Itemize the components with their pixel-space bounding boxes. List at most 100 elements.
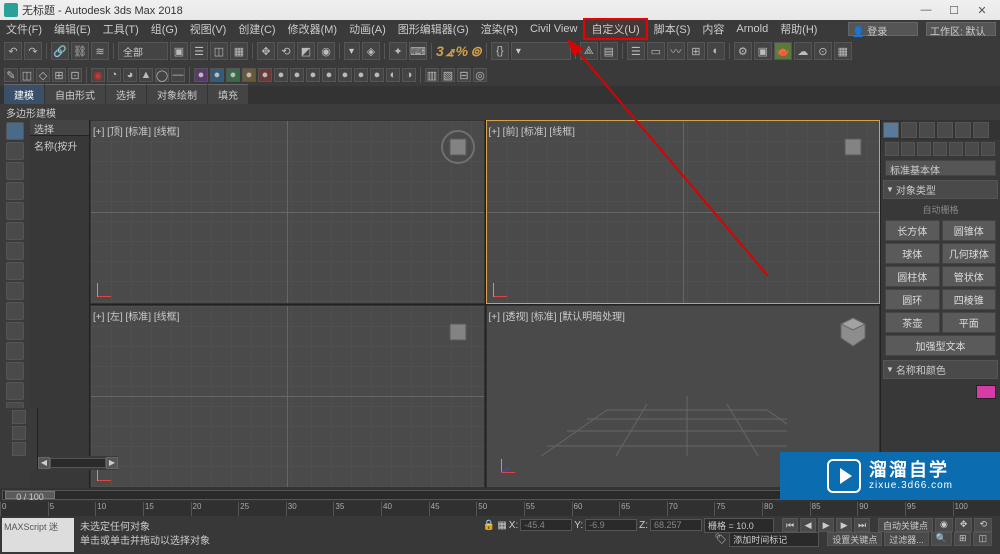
workspace-selector[interactable]: 工作区: 默认: [926, 22, 996, 36]
viewcube-persp-icon[interactable]: [835, 314, 871, 350]
next-frame-button[interactable]: ▶: [836, 518, 852, 532]
orb-05[interactable]: ●: [258, 68, 272, 82]
light-06[interactable]: —: [171, 68, 185, 82]
select-place-button[interactable]: ◉: [317, 42, 335, 60]
mirror-button[interactable]: ⟁: [580, 42, 598, 60]
ribbon-tab-freeform[interactable]: 自由形式: [45, 84, 105, 104]
obj-box[interactable]: 长方体: [885, 220, 940, 241]
obj-cone[interactable]: 圆锥体: [942, 220, 997, 241]
trackbar-hscroll[interactable]: ◀ ▶: [38, 456, 118, 470]
lt-09[interactable]: [6, 302, 24, 320]
selection-region-button[interactable]: ◫: [210, 42, 228, 60]
lt-display[interactable]: [6, 122, 24, 140]
obj-tube[interactable]: 管状体: [942, 266, 997, 287]
render-a360-button[interactable]: ⊙: [814, 42, 832, 60]
menu-animation[interactable]: 动画(A): [343, 20, 392, 38]
lt-07[interactable]: [6, 262, 24, 280]
menu-file[interactable]: 文件(F): [0, 20, 48, 38]
named-selection-dropdown[interactable]: ▾: [511, 42, 571, 60]
spinner-snap-icon[interactable]: ⊚: [470, 43, 482, 60]
obj-geosphere[interactable]: 几何球体: [942, 243, 997, 264]
orb-12[interactable]: ●: [370, 68, 384, 82]
menu-civilview[interactable]: Civil View: [524, 22, 583, 36]
keyboard-shortcut-button[interactable]: ⌨: [409, 42, 427, 60]
lt-12[interactable]: [6, 362, 24, 380]
orb-02[interactable]: ●: [210, 68, 224, 82]
misc-02[interactable]: ▧: [441, 68, 455, 82]
orb-03[interactable]: ●: [226, 68, 240, 82]
lt-08[interactable]: [6, 282, 24, 300]
goto-start-button[interactable]: ⏮: [782, 518, 798, 532]
menu-create[interactable]: 创建(C): [232, 20, 281, 38]
layout-btn-1[interactable]: [12, 410, 26, 424]
select-by-name-button[interactable]: ☰: [190, 42, 208, 60]
layer-explorer-button[interactable]: ☰: [627, 42, 645, 60]
refcoord-dropdown[interactable]: ▾: [344, 42, 360, 60]
orb-14[interactable]: ◑: [402, 68, 416, 82]
lock-icon[interactable]: 🔒: [483, 520, 495, 531]
menu-views[interactable]: 视图(V): [184, 20, 233, 38]
obj-torus[interactable]: 圆环: [885, 289, 940, 310]
selection-filter-dropdown[interactable]: 全部: [118, 42, 168, 60]
nav-02[interactable]: ✥: [955, 518, 973, 532]
setkey-button[interactable]: 设置关键点: [827, 532, 882, 546]
lt-06[interactable]: [6, 242, 24, 260]
redo-button[interactable]: ↷: [24, 42, 42, 60]
menu-arnold[interactable]: Arnold: [730, 22, 774, 36]
rollout-object-type[interactable]: ▼对象类型: [883, 180, 998, 199]
scene-explorer-sort[interactable]: 名称(按升: [30, 136, 89, 155]
cp-tab-hierarchy[interactable]: [919, 122, 935, 138]
coord-y-field[interactable]: -6.9: [585, 519, 637, 531]
cp-tab-display[interactable]: [955, 122, 971, 138]
tool-05[interactable]: ⊡: [68, 68, 82, 82]
render-setup-button[interactable]: ⚙: [734, 42, 752, 60]
orb-06[interactable]: ●: [274, 68, 288, 82]
unlink-button[interactable]: ⛓: [71, 42, 89, 60]
ribbon-subpanel[interactable]: 多边形建模: [0, 104, 1000, 120]
maxscript-listener[interactable]: MAXScript 迷: [2, 518, 74, 552]
cp-tab-utilities[interactable]: [973, 122, 989, 138]
menu-modifiers[interactable]: 修改器(M): [282, 20, 344, 38]
use-pivot-button[interactable]: ◈: [362, 42, 380, 60]
light-05[interactable]: ◯: [155, 68, 169, 82]
nav-zoomall[interactable]: ⊞: [954, 532, 972, 546]
orb-09[interactable]: ●: [322, 68, 336, 82]
obj-sphere[interactable]: 球体: [885, 243, 940, 264]
select-rotate-button[interactable]: ⟲: [277, 42, 295, 60]
nav-zoom[interactable]: 🔍: [931, 532, 952, 546]
named-selection-button[interactable]: {}: [491, 42, 509, 60]
window-crossing-button[interactable]: ▦: [230, 42, 248, 60]
obj-teapot[interactable]: 茶壶: [885, 312, 940, 333]
lt-01[interactable]: [6, 142, 24, 160]
menu-rendering[interactable]: 渲染(R): [475, 20, 524, 38]
toggle-ribbon-button[interactable]: ▭: [647, 42, 665, 60]
orb-01[interactable]: ●: [194, 68, 208, 82]
object-color-swatch[interactable]: [976, 385, 996, 399]
geometry-category-dropdown[interactable]: 标准基本体: [885, 160, 996, 176]
light-04[interactable]: ▲: [139, 68, 153, 82]
menu-customize[interactable]: 自定义(U): [583, 18, 647, 40]
bind-spacewarp-button[interactable]: ≋: [91, 42, 109, 60]
lt-04[interactable]: [6, 202, 24, 220]
close-button[interactable]: ✕: [968, 2, 996, 18]
prev-frame-button[interactable]: ◀: [800, 518, 816, 532]
coord-x-field[interactable]: -45.4: [520, 519, 572, 531]
light-03[interactable]: ◕: [123, 68, 137, 82]
cp-tab-motion[interactable]: [937, 122, 953, 138]
ribbon-tab-modeling[interactable]: 建模: [4, 84, 44, 104]
viewcube-left-icon[interactable]: [440, 314, 476, 350]
menu-grapheditors[interactable]: 图形编辑器(G): [392, 20, 475, 38]
layout-btn-3[interactable]: [12, 442, 26, 456]
goto-end-button[interactable]: ⏭: [854, 518, 870, 532]
subcat-lights[interactable]: [917, 142, 931, 156]
render-preset-button[interactable]: ▦: [834, 42, 852, 60]
subcat-shapes[interactable]: [901, 142, 915, 156]
layout-btn-2[interactable]: [12, 426, 26, 440]
lt-05[interactable]: [6, 222, 24, 240]
ribbon-tab-selection[interactable]: 选择: [106, 84, 146, 104]
tool-01[interactable]: ✎: [4, 68, 18, 82]
schematic-view-button[interactable]: ⊞: [687, 42, 705, 60]
rollout-name-and-color[interactable]: ▼名称和颜色: [883, 360, 998, 379]
autogrid-checkbox[interactable]: 自动栅格: [881, 201, 1000, 218]
scroll-right-icon[interactable]: ▶: [106, 457, 118, 469]
